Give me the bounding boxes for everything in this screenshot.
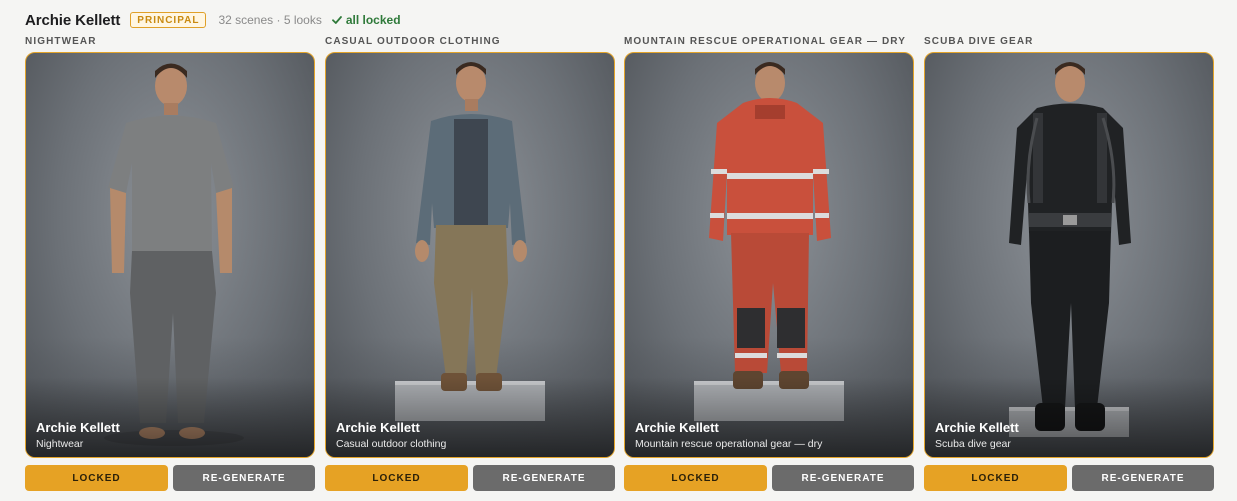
regenerate-button[interactable]: RE-GENERATE bbox=[1072, 465, 1214, 491]
look-card[interactable]: Archie Kellett Scuba dive gear bbox=[924, 52, 1214, 458]
locked-button[interactable]: LOCKED bbox=[924, 465, 1067, 491]
regenerate-button[interactable]: RE-GENERATE bbox=[173, 465, 315, 491]
scene-look-count: 32 scenes · 5 looks bbox=[218, 13, 322, 27]
locked-button[interactable]: LOCKED bbox=[624, 465, 767, 491]
caption-look: Nightwear bbox=[36, 438, 84, 450]
caption-name: Archie Kellett bbox=[336, 420, 420, 435]
character-name: Archie Kellett bbox=[25, 11, 121, 29]
look-label: SCUBA DIVE GEAR bbox=[924, 36, 1034, 47]
caption-name: Archie Kellett bbox=[635, 420, 719, 435]
look-card[interactable]: Archie Kellett Mountain rescue operation… bbox=[624, 52, 914, 458]
caption-look: Casual outdoor clothing bbox=[336, 438, 447, 450]
regenerate-button[interactable]: RE-GENERATE bbox=[473, 465, 615, 491]
look-card[interactable]: Archie Kellett Nightwear bbox=[25, 52, 315, 458]
caption-name: Archie Kellett bbox=[36, 420, 120, 435]
caption-name: Archie Kellett bbox=[935, 420, 1019, 435]
look-card[interactable]: Archie Kellett Casual outdoor clothing bbox=[325, 52, 615, 458]
lock-status: all locked bbox=[331, 13, 401, 27]
look-column-nightwear: NIGHTWEAR Archie Kellett Nightwear LOCKE… bbox=[25, 36, 315, 491]
look-column-mountain-rescue: MOUNTAIN RESCUE OPERATIONAL GEAR — DRY A… bbox=[624, 36, 914, 491]
caption-look: Mountain rescue operational gear — dry bbox=[635, 438, 823, 450]
character-header: Archie Kellett PRINCIPAL 32 scenes · 5 l… bbox=[25, 10, 401, 30]
regenerate-button[interactable]: RE-GENERATE bbox=[772, 465, 914, 491]
look-label: MOUNTAIN RESCUE OPERATIONAL GEAR — DRY bbox=[624, 36, 906, 47]
caption-look: Scuba dive gear bbox=[935, 438, 1011, 450]
locked-button[interactable]: LOCKED bbox=[25, 465, 168, 491]
check-icon bbox=[331, 16, 342, 24]
locked-button[interactable]: LOCKED bbox=[325, 465, 468, 491]
look-label: NIGHTWEAR bbox=[25, 36, 97, 47]
lock-status-text: all locked bbox=[345, 13, 401, 27]
look-label: CASUAL OUTDOOR CLOTHING bbox=[325, 36, 501, 47]
role-badge: PRINCIPAL bbox=[130, 12, 207, 28]
look-column-casual-outdoor: CASUAL OUTDOOR CLOTHING Archie Kellett C… bbox=[325, 36, 615, 491]
look-column-scuba: SCUBA DIVE GEAR Archie Kellett Scuba div… bbox=[924, 36, 1214, 491]
